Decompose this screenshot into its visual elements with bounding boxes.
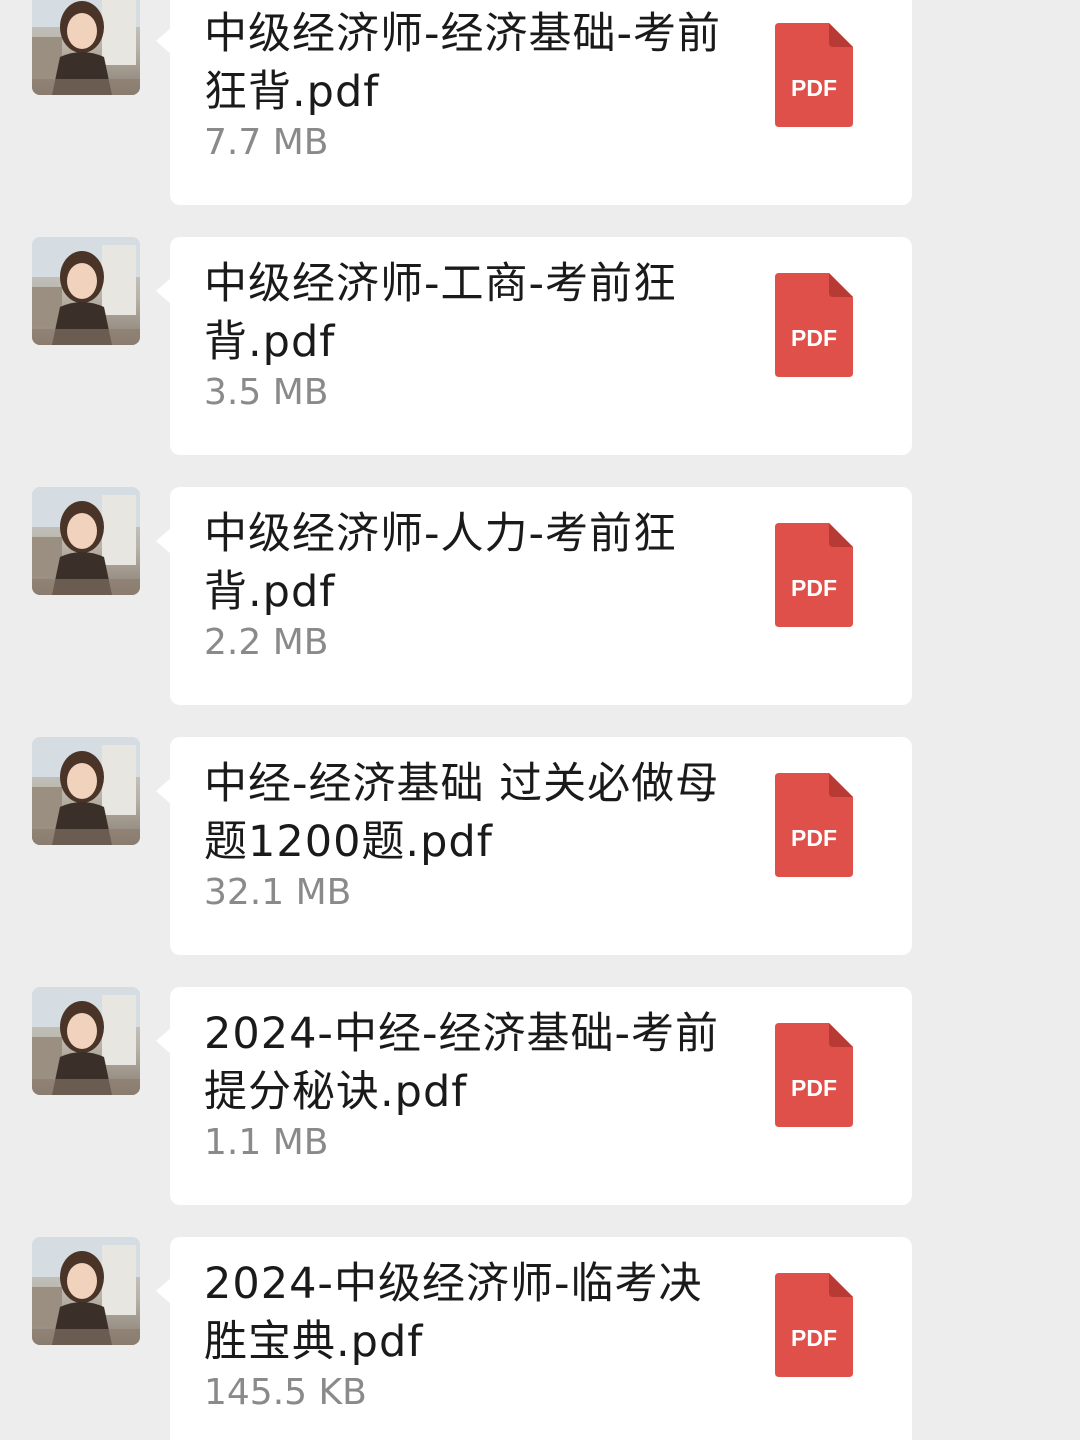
file-name: 2024-中经-经济基础-考前提分秘诀.pdf xyxy=(204,1009,719,1117)
avatar[interactable] xyxy=(32,737,140,845)
avatar[interactable] xyxy=(32,987,140,1095)
avatar[interactable] xyxy=(32,487,140,595)
file-size: 2.2 MB xyxy=(204,622,329,663)
avatar[interactable] xyxy=(32,0,140,95)
file-size: 145.5 KB xyxy=(204,1372,367,1413)
pdf-icon-label: PDF xyxy=(791,1325,837,1351)
pdf-file-icon: PDF xyxy=(775,523,853,627)
file-message-bubble[interactable]: 2024-中级经济师-临考决胜宝典.pdf 145.5 KB PDF xyxy=(156,1237,912,1440)
pdf-icon-label: PDF xyxy=(791,325,837,351)
chat-message: 中级经济师-人力-考前狂背.pdf 2.2 MB PDF xyxy=(0,487,1080,737)
pdf-file-icon: PDF xyxy=(775,273,853,377)
pdf-file-icon: PDF xyxy=(775,773,853,877)
chat-message: 中级经济师-经济基础-考前狂背.pdf 7.7 MB PDF xyxy=(0,0,1080,237)
file-message-bubble[interactable]: 中级经济师-经济基础-考前狂背.pdf 7.7 MB PDF xyxy=(156,0,912,205)
avatar[interactable] xyxy=(32,1237,140,1345)
file-size: 7.7 MB xyxy=(204,122,329,163)
file-size: 32.1 MB xyxy=(204,872,352,913)
pdf-icon-label: PDF xyxy=(791,825,837,851)
file-message-bubble[interactable]: 中级经济师-人力-考前狂背.pdf 2.2 MB PDF xyxy=(156,487,912,705)
chat-message: 中经-经济基础 过关必做母题1200题.pdf 32.1 MB PDF xyxy=(0,737,1080,987)
file-size: 1.1 MB xyxy=(204,1122,329,1163)
file-name: 中级经济师-人力-考前狂背.pdf xyxy=(204,509,678,617)
pdf-icon-label: PDF xyxy=(791,575,837,601)
file-name: 2024-中级经济师-临考决胜宝典.pdf xyxy=(204,1259,703,1367)
file-size: 3.5 MB xyxy=(204,372,329,413)
chat-message: 2024-中经-经济基础-考前提分秘诀.pdf 1.1 MB PDF xyxy=(0,987,1080,1237)
pdf-file-icon: PDF xyxy=(775,1273,853,1377)
chat-message-list: 中级经济师-经济基础-考前狂背.pdf 7.7 MB PDF 中级经济师-工商-… xyxy=(0,0,1080,1440)
chat-message: 中级经济师-工商-考前狂背.pdf 3.5 MB PDF xyxy=(0,237,1080,487)
pdf-icon-label: PDF xyxy=(791,1075,837,1101)
file-message-bubble[interactable]: 中级经济师-工商-考前狂背.pdf 3.5 MB PDF xyxy=(156,237,912,455)
pdf-file-icon: PDF xyxy=(775,23,853,127)
chat-message: 2024-中级经济师-临考决胜宝典.pdf 145.5 KB PDF xyxy=(0,1237,1080,1440)
file-name: 中经-经济基础 过关必做母题1200题.pdf xyxy=(204,759,720,867)
pdf-file-icon: PDF xyxy=(775,1023,853,1127)
pdf-icon-label: PDF xyxy=(791,75,837,101)
avatar[interactable] xyxy=(32,237,140,345)
file-message-bubble[interactable]: 中经-经济基础 过关必做母题1200题.pdf 32.1 MB PDF xyxy=(156,737,912,955)
file-message-bubble[interactable]: 2024-中经-经济基础-考前提分秘诀.pdf 1.1 MB PDF xyxy=(156,987,912,1205)
file-name: 中级经济师-经济基础-考前狂背.pdf xyxy=(204,9,722,117)
file-name: 中级经济师-工商-考前狂背.pdf xyxy=(204,259,678,367)
